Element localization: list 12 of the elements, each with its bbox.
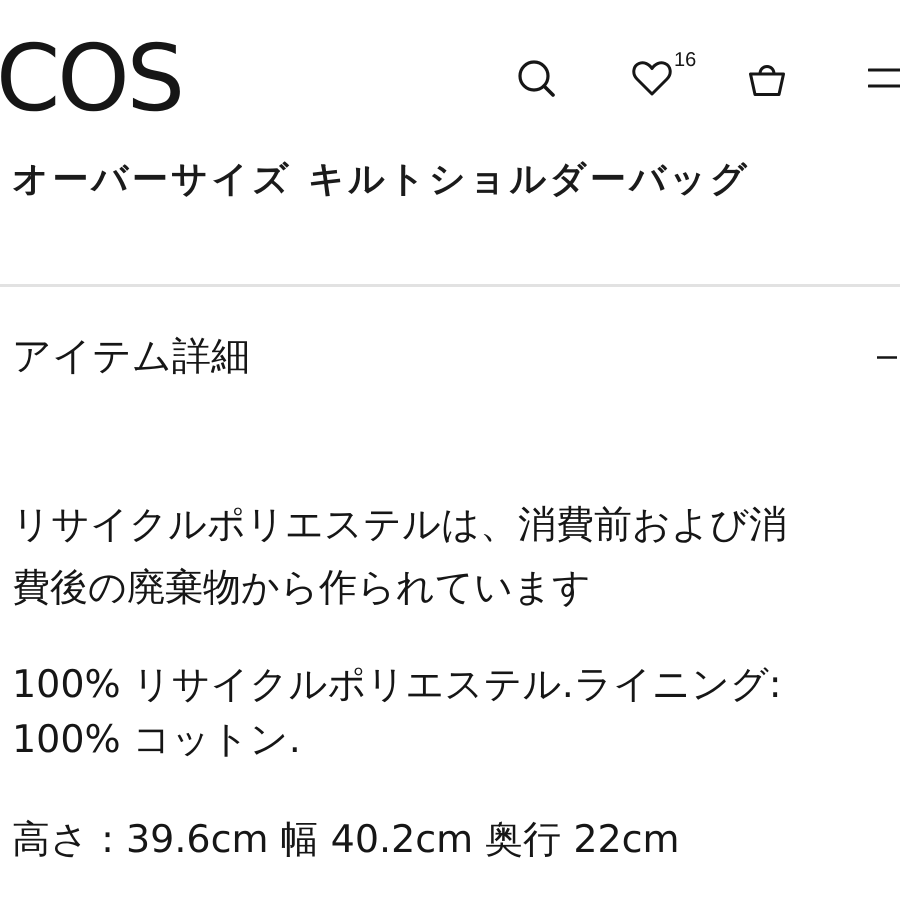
product-title: オーバーサイズ キルトショルダーバッグ	[12, 160, 752, 200]
brand-logo[interactable]: COS	[0, 33, 182, 125]
search-button[interactable]	[516, 58, 556, 98]
search-icon	[516, 58, 556, 98]
menu-button[interactable]	[868, 68, 900, 88]
details-accordion-header[interactable]: アイテム詳細	[0, 287, 900, 377]
detail-text: 高さ : 39.6cm 幅 40.2cm 奥行 22cm	[12, 816, 681, 863]
wishlist-count: 16	[674, 50, 696, 70]
menu-icon	[868, 68, 900, 88]
heart-icon	[632, 60, 672, 96]
detail-text: リサイクルポリエステルは、消費前および消費後の廃棄物から作られています	[12, 501, 788, 611]
detail-text: 100% リサイクルポリエステル.ライニング: 100% コットン.	[12, 661, 783, 763]
